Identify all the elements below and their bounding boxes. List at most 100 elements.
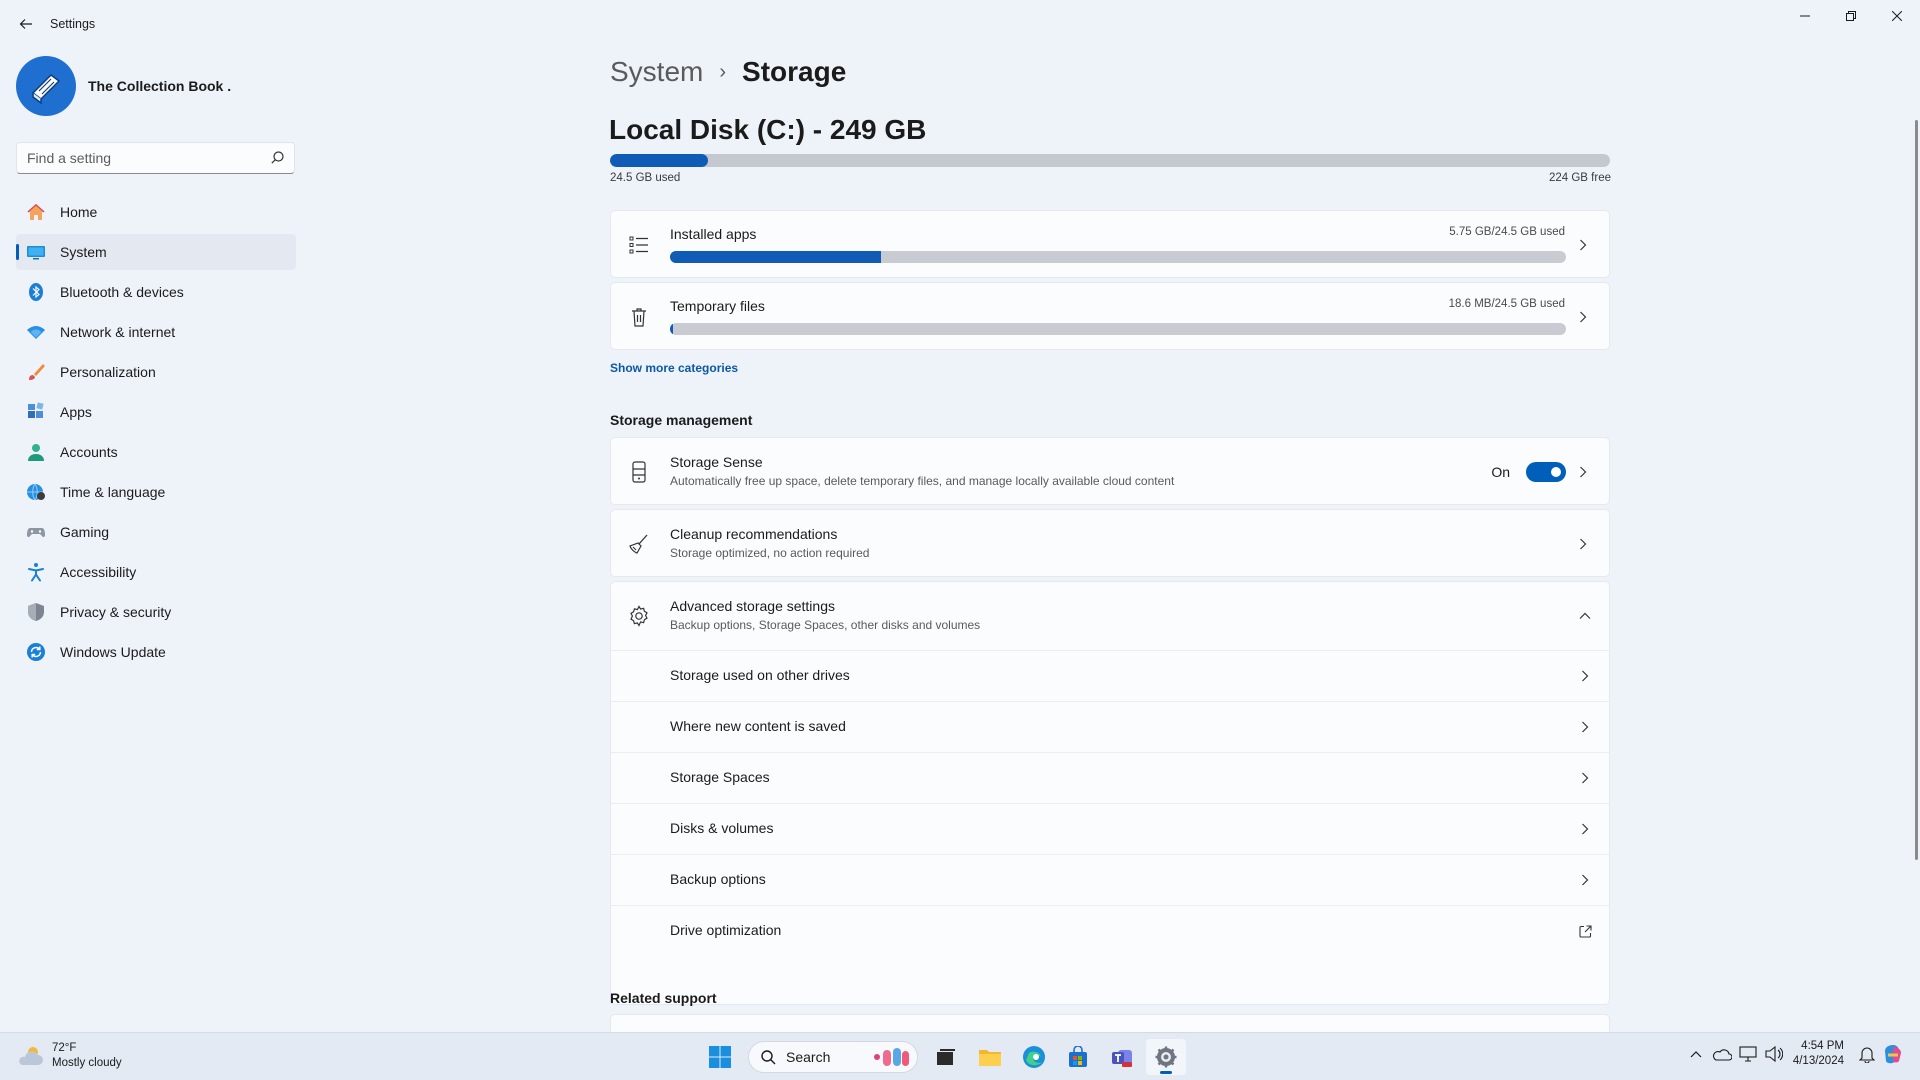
search-input[interactable]: [17, 143, 257, 173]
sidebar-item-accounts[interactable]: Accounts: [16, 434, 296, 470]
minimize-icon: [1800, 15, 1810, 17]
disks-volumes-row[interactable]: Disks & volumes: [611, 803, 1609, 853]
disk-usage-bar: [610, 154, 1610, 167]
chevron-right-icon: [1575, 237, 1591, 253]
file-explorer-button[interactable]: [970, 1039, 1010, 1075]
chevron-right-icon: [1577, 719, 1593, 735]
store-icon: [1069, 1046, 1087, 1067]
installed-apps-title: Installed apps: [670, 226, 757, 242]
related-support-card[interactable]: [610, 1014, 1610, 1034]
storage-sense-toggle[interactable]: [1526, 462, 1566, 482]
person-icon: [26, 442, 46, 462]
sidebar-item-time-language[interactable]: Time & language: [16, 474, 296, 510]
display-icon[interactable]: [1737, 1043, 1759, 1065]
search-highlight-icon: [874, 1048, 909, 1066]
clock-time: 4:54 PM: [1801, 1040, 1844, 1052]
disk-free-label: 224 GB free: [1548, 172, 1611, 184]
back-button[interactable]: [12, 10, 40, 38]
start-button[interactable]: [700, 1039, 740, 1075]
sidebar-item-windows-update[interactable]: Windows Update: [16, 634, 296, 670]
start-icon: [709, 1046, 731, 1068]
task-view-button[interactable]: [926, 1039, 966, 1075]
taskbar-search[interactable]: Search: [748, 1041, 918, 1073]
notification-bell-icon[interactable]: [1856, 1043, 1878, 1065]
gamepad-icon: [26, 522, 46, 542]
settings-search[interactable]: [16, 142, 295, 174]
external-link-icon: [1577, 923, 1593, 939]
installed-apps-bar: [670, 251, 1566, 263]
wifi-icon: [26, 322, 46, 342]
search-icon: [761, 1049, 776, 1064]
installed-apps-card[interactable]: Installed apps 5.75 GB/24.5 GB used: [610, 210, 1610, 278]
system-tray: 4:54 PM 4/13/2024: [1681, 1039, 1904, 1069]
chevron-right-icon: [1577, 668, 1593, 684]
teams-button[interactable]: [1102, 1039, 1142, 1075]
chevron-right-icon: [1575, 536, 1591, 552]
disk-title: Local Disk (C:) - 249 GB: [609, 114, 927, 145]
profile[interactable]: The Collection Book .: [16, 56, 231, 116]
sidebar-item-system[interactable]: System: [16, 234, 296, 270]
apps-icon: [26, 402, 46, 422]
advanced-storage-title: Advanced storage settings: [670, 598, 835, 614]
search-icon[interactable]: [271, 151, 284, 164]
show-more-categories-link[interactable]: Show more categories: [610, 361, 738, 375]
chevron-up-icon[interactable]: [1685, 1043, 1707, 1065]
task-view-icon: [937, 1049, 955, 1065]
weather-condition: Mostly cloudy: [52, 1057, 122, 1069]
minimize-button[interactable]: [1782, 0, 1828, 32]
sidebar-item-network[interactable]: Network & internet: [16, 314, 296, 350]
chevron-right-icon: [1575, 309, 1591, 325]
sidebar-item-apps[interactable]: Apps: [16, 394, 296, 430]
clock[interactable]: 4:54 PM 4/13/2024: [1793, 1039, 1844, 1069]
storage-drive-icon: [627, 460, 651, 484]
chevron-right-icon: [1575, 464, 1591, 480]
sidebar-item-gaming[interactable]: Gaming: [16, 514, 296, 550]
storage-spaces-row[interactable]: Storage Spaces: [611, 752, 1609, 802]
shield-icon: [26, 602, 46, 622]
storage-sense-card[interactable]: Storage Sense Automatically free up spac…: [610, 437, 1610, 505]
globe-clock-icon: [26, 482, 46, 502]
chevron-right-icon: [1577, 872, 1593, 888]
scrollbar[interactable]: [1915, 120, 1918, 860]
bluetooth-icon: [26, 282, 46, 302]
chevron-right-icon: [1577, 821, 1593, 837]
copilot-icon[interactable]: [1882, 1043, 1904, 1065]
advanced-storage-subtitle: Backup options, Storage Spaces, other di…: [670, 618, 981, 632]
edge-button[interactable]: [1014, 1039, 1054, 1075]
settings-taskbar-button[interactable]: [1146, 1039, 1186, 1075]
breadcrumb-system[interactable]: System: [610, 56, 703, 88]
storage-sense-toggle-label: On: [1491, 464, 1510, 480]
cleanup-recommendations-card[interactable]: Cleanup recommendations Storage optimize…: [610, 509, 1610, 577]
temporary-files-card[interactable]: Temporary files 18.6 MB/24.5 GB used: [610, 282, 1610, 350]
sidebar-item-personalization[interactable]: Personalization: [16, 354, 296, 390]
temporary-files-title: Temporary files: [670, 298, 765, 314]
taskbar-apps: Search: [700, 1039, 1190, 1075]
restore-button[interactable]: [1828, 0, 1874, 32]
sidebar-item-home[interactable]: Home: [16, 194, 296, 230]
volume-icon[interactable]: [1763, 1043, 1785, 1065]
home-icon: [26, 202, 46, 222]
advanced-storage-header[interactable]: Advanced storage settings Backup options…: [611, 582, 1609, 650]
update-icon: [26, 642, 46, 662]
storage-sense-subtitle: Automatically free up space, delete temp…: [670, 474, 1175, 488]
store-button[interactable]: [1058, 1039, 1098, 1075]
sidebar-item-bluetooth[interactable]: Bluetooth & devices: [16, 274, 296, 310]
storage-other-drives-row[interactable]: Storage used on other drives: [611, 650, 1609, 700]
file-explorer-icon: [979, 1050, 1001, 1066]
sidebar-item-accessibility[interactable]: Accessibility: [16, 554, 296, 590]
storage-sense-title: Storage Sense: [670, 454, 763, 470]
onedrive-icon[interactable]: [1711, 1043, 1733, 1065]
close-button[interactable]: [1874, 0, 1920, 32]
settings-icon: [1155, 1046, 1177, 1068]
temporary-files-usage: 18.6 MB/24.5 GB used: [1448, 298, 1565, 310]
restore-icon: [1846, 11, 1856, 21]
list-icon: [627, 233, 651, 257]
chevron-up-icon: [1577, 608, 1593, 624]
new-content-saved-row[interactable]: Where new content is saved: [611, 701, 1609, 751]
trash-icon: [627, 305, 651, 329]
backup-options-row[interactable]: Backup options: [611, 854, 1609, 904]
chevron-right-icon: [1577, 770, 1593, 786]
weather-widget[interactable]: 72°F Mostly cloudy: [16, 1041, 122, 1071]
drive-optimization-row[interactable]: Drive optimization: [611, 905, 1609, 955]
sidebar-item-privacy[interactable]: Privacy & security: [16, 594, 296, 630]
